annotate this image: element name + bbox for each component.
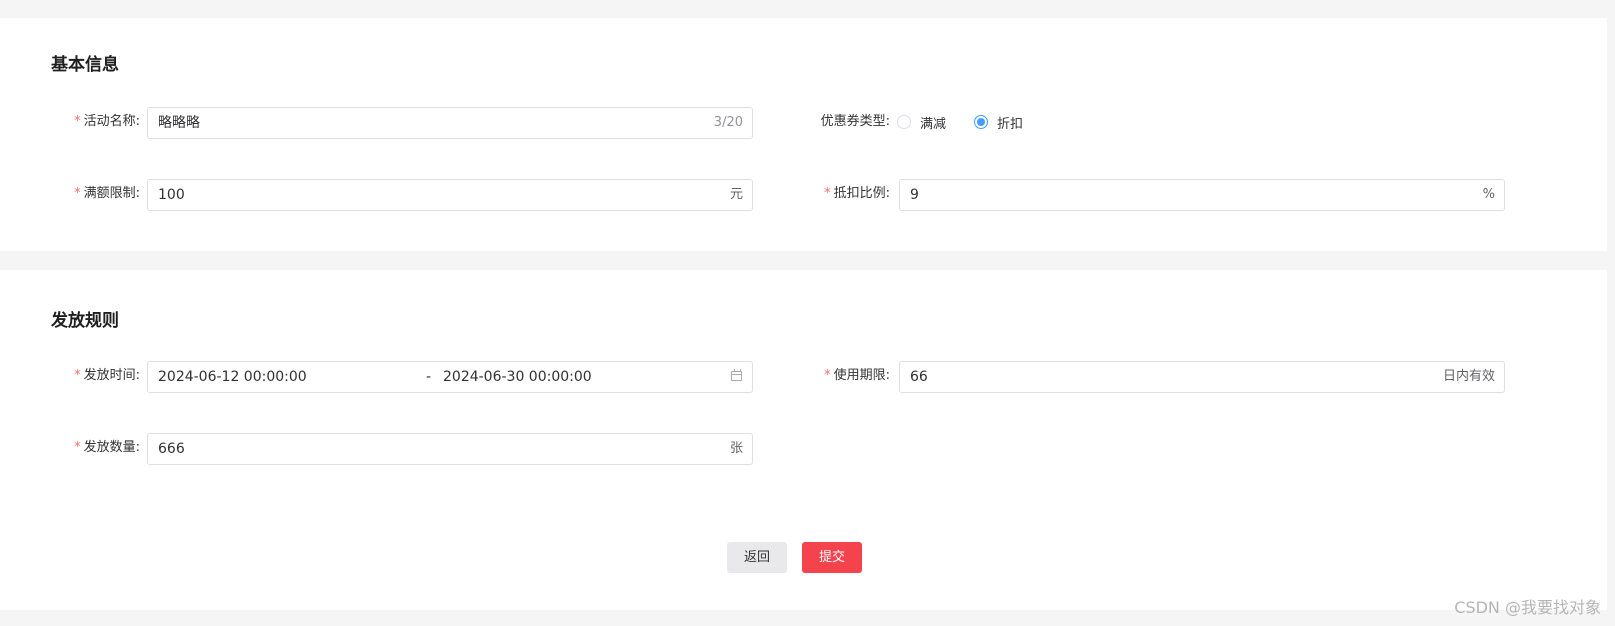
issue-time-range-picker[interactable]: 2024-06-12 00:00:00 - 2024-06-30 00:00:0…: [147, 361, 753, 393]
validity-unit: 日内有效: [1442, 369, 1495, 384]
coupon-type-label: 优惠券类型:: [820, 114, 890, 129]
required-star: *: [824, 186, 831, 201]
issue-time-end[interactable]: 2024-06-30 00:00:00: [443, 362, 592, 392]
radio-checked-icon[interactable]: [974, 115, 989, 129]
amount-limit-label: * 满额限制:: [74, 186, 140, 201]
validity-value: 66: [910, 369, 928, 385]
quantity-unit: 张: [729, 441, 743, 456]
activity-name-value: 略略略: [158, 115, 200, 131]
quantity-label: * 发放数量:: [74, 440, 140, 455]
radio-unchecked-icon[interactable]: [897, 115, 911, 129]
required-star: *: [74, 186, 81, 201]
discount-ratio-label: * 抵扣比例:: [824, 186, 890, 201]
radio-option-full-reduction[interactable]: 满减: [897, 113, 946, 132]
validity-input[interactable]: 66 日内有效: [899, 361, 1505, 393]
activity-name-label: * 活动名称:: [74, 114, 140, 129]
section-title-issue-rules: 发放规则: [51, 311, 119, 331]
watermark: CSDN @我要找对象: [1454, 598, 1601, 617]
amount-limit-unit: 元: [729, 187, 743, 202]
required-star: *: [74, 114, 81, 129]
coupon-type-radio-group: 满减 折扣: [897, 106, 1051, 138]
discount-ratio-value: 9: [910, 187, 919, 203]
discount-ratio-input[interactable]: 9 %: [899, 179, 1505, 211]
activity-name-input[interactable]: 略略略 3/20: [147, 107, 753, 139]
discount-ratio-unit: %: [1482, 187, 1495, 202]
activity-name-counter: 3/20: [713, 115, 743, 130]
range-separator: -: [426, 369, 432, 385]
quantity-input[interactable]: 666 张: [147, 433, 753, 465]
amount-limit-value: 100: [158, 187, 185, 203]
back-button[interactable]: 返回: [727, 542, 787, 573]
radio-option-discount[interactable]: 折扣: [974, 113, 1023, 132]
required-star: *: [74, 368, 81, 383]
validity-label: * 使用期限:: [824, 368, 890, 383]
issue-time-start[interactable]: 2024-06-12 00:00:00: [158, 362, 307, 392]
quantity-value: 666: [158, 441, 185, 457]
amount-limit-input[interactable]: 100 元: [147, 179, 753, 211]
basic-info-card: 基本信息 * 活动名称: 略略略 3/20 优惠券类型: 满减 折扣 * 满额限制:…: [0, 18, 1607, 251]
section-title-basic-info: 基本信息: [51, 55, 119, 75]
required-star: *: [74, 440, 81, 455]
submit-button[interactable]: 提交: [802, 542, 862, 573]
required-star: *: [824, 368, 831, 383]
issue-time-label: * 发放时间:: [74, 368, 140, 383]
calendar-icon[interactable]: [731, 369, 742, 381]
